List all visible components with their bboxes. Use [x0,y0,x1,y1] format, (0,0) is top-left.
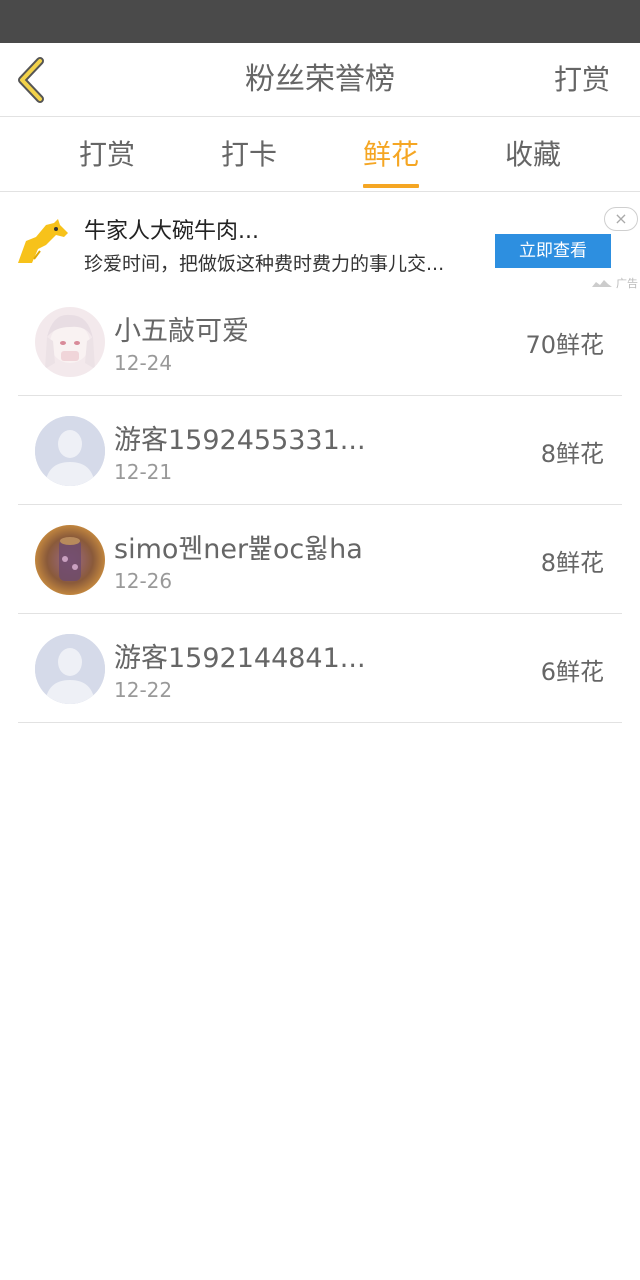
avatar [35,525,105,595]
ad-title: 牛家人大碗牛肉... [84,219,259,244]
tab-reward[interactable]: 打赏 [47,117,167,192]
cloud-icon [591,280,612,287]
avatar [35,634,105,704]
date: 12-22 [114,678,173,702]
status-bar [0,0,640,43]
list-item[interactable]: 游客1592144841... 12-22 6鲜花 [18,614,622,723]
date: 12-21 [114,460,173,484]
list-item[interactable]: 游客1592455331... 12-21 8鲜花 [18,396,622,505]
user-name: 游客1592144841... [114,643,366,674]
tab-flowers[interactable]: 鲜花 [331,117,451,192]
tab-label: 鲜花 [362,138,419,171]
user-name: 游客1592455331... [114,425,366,456]
active-tab-indicator [363,184,419,188]
user-name: simo꿴ner쁉oc윓ha [114,534,363,565]
tab-label: 收藏 [504,138,561,171]
tab-favorites[interactable]: 收藏 [473,117,593,192]
giraffe-logo-icon [18,219,68,263]
page-title: 粉丝荣誉榜 [245,62,395,97]
flower-count: 8鲜花 [540,440,604,468]
tab-label: 打赏 [78,138,135,171]
close-icon[interactable]: × [604,207,638,231]
avatar [35,416,105,486]
reward-button[interactable]: 打赏 [554,43,610,117]
ad-view-button[interactable]: 立即查看 [495,234,611,268]
anime-avatar-icon [35,307,105,377]
ranking-list: 小五敲可爱 12-24 70鲜花 游客1592455331... 12-21 8… [18,287,622,723]
default-user-icon [35,416,105,486]
ad-description: 珍爱时间，把做饭这种费时费力的事儿交... [84,253,445,275]
nav-bar: 粉丝荣誉榜 打赏 [0,43,640,117]
flower-count: 70鲜花 [525,331,604,359]
flower-count: 6鲜花 [540,658,604,686]
list-item[interactable]: 小五敲可爱 12-24 70鲜花 [18,287,622,396]
tab-checkin[interactable]: 打卡 [189,117,309,192]
flower-count: 8鲜花 [540,549,604,577]
ad-banner[interactable]: 牛家人大碗牛肉... 珍爱时间，把做饭这种费时费力的事儿交... 立即查看 × … [0,193,640,293]
avatar [35,307,105,377]
list-item[interactable]: simo꿴ner쁉oc윓ha 12-26 8鲜花 [18,505,622,614]
photo-avatar-icon [35,525,105,595]
tab-label: 打卡 [220,138,277,171]
date: 12-26 [114,569,173,593]
user-name: 小五敲可爱 [114,316,249,347]
tab-bar: 打赏 打卡 鲜花 收藏 [0,117,640,192]
default-user-icon [35,634,105,704]
date: 12-24 [114,351,173,375]
